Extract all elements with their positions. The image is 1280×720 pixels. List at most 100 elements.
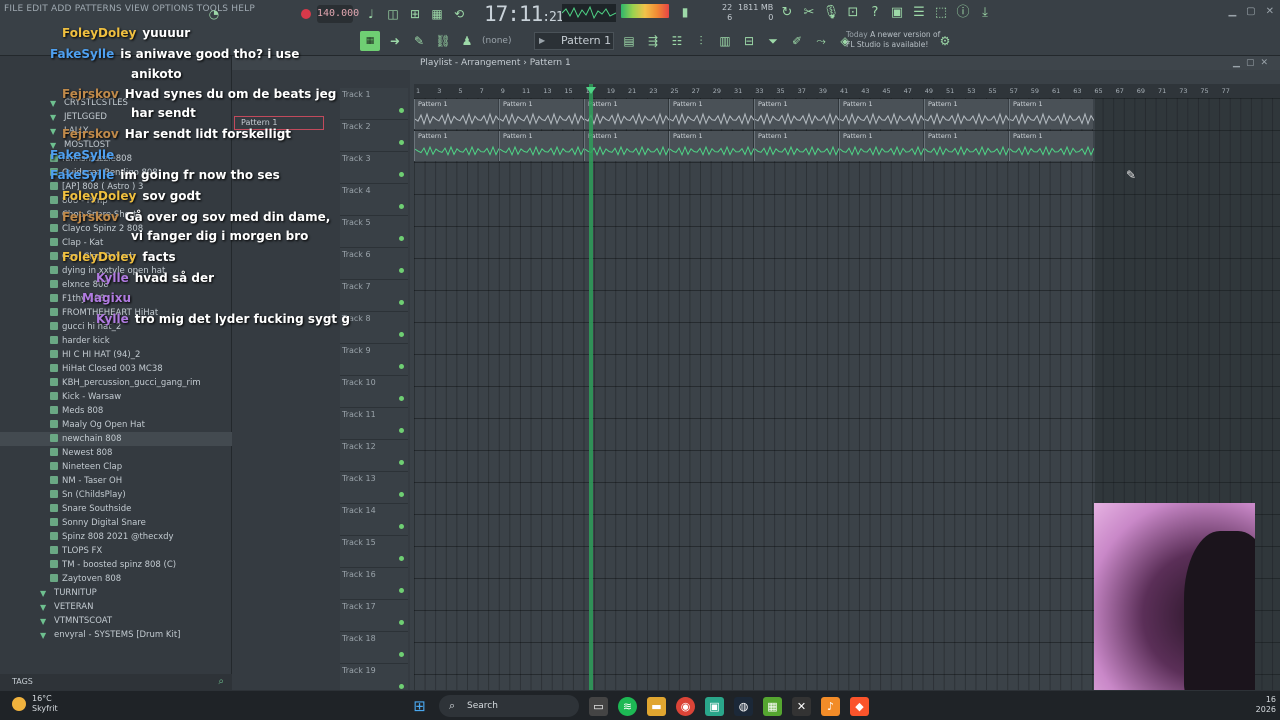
- browser-folder[interactable]: ▼ VETERAN: [0, 600, 232, 614]
- stamp-icon[interactable]: ♟: [458, 32, 476, 50]
- pattern-clip[interactable]: Pattern 1: [754, 99, 839, 129]
- track-header[interactable]: Track 13: [340, 472, 408, 504]
- browser-icon[interactable]: ▥: [716, 32, 734, 50]
- track-header[interactable]: Track 7: [340, 280, 408, 312]
- track-header[interactable]: Track 5: [340, 216, 408, 248]
- browser-folder[interactable]: ▼ envyral - SYSTEMS [Drum Kit]: [0, 628, 232, 642]
- track-header[interactable]: Track 15: [340, 536, 408, 568]
- tempo-display[interactable]: 140.000: [317, 5, 359, 23]
- browser-file[interactable]: dying in xxtyle open hat: [0, 264, 232, 278]
- pattern-clip[interactable]: Pattern 1: [414, 131, 499, 161]
- browser-file[interactable]: HI C HI HAT (94)_2: [0, 348, 232, 362]
- track-mute-led[interactable]: [399, 396, 404, 401]
- file-explorer-icon[interactable]: ▬: [647, 696, 666, 716]
- track-mute-led[interactable]: [399, 556, 404, 561]
- taskbar-search[interactable]: Search: [439, 695, 579, 717]
- track-mute-led[interactable]: [399, 300, 404, 305]
- pencil-icon[interactable]: ✎: [410, 32, 428, 50]
- record-button[interactable]: [301, 9, 311, 19]
- pattern-clip[interactable]: Pattern 1: [414, 99, 499, 129]
- browser-file[interactable]: Sn (ChildsPlay): [0, 488, 232, 502]
- browser-file[interactable]: TM - boosted spinz 808 (C): [0, 558, 232, 572]
- browser-file[interactable]: Guidacaz Bendigo 808: [0, 166, 232, 180]
- browser-file[interactable]: Maaly Og Open Hat: [0, 418, 232, 432]
- help-icon[interactable]: ?: [866, 4, 884, 22]
- browser-folder[interactable]: ▼ MOSTLOST: [0, 138, 232, 152]
- brave-icon[interactable]: ◆: [850, 696, 869, 716]
- browser-file[interactable]: harder kick: [0, 334, 232, 348]
- track-mute-led[interactable]: [399, 460, 404, 465]
- mixer-icon[interactable]: ☰: [910, 4, 928, 22]
- track-mute-led[interactable]: [399, 588, 404, 593]
- playhead-marker-icon[interactable]: [586, 87, 596, 94]
- maximize-icon[interactable]: ▢: [1246, 6, 1255, 17]
- browser-folder[interactable]: ▼ JETLGGED: [0, 110, 232, 124]
- metronome-icon[interactable]: ♩: [362, 5, 380, 23]
- pattern-clip[interactable]: Pattern 1: [499, 131, 584, 161]
- playlist-icon[interactable]: ▤: [620, 32, 638, 50]
- browser-file[interactable]: Spinz 808 2021 @thecxdy: [0, 530, 232, 544]
- cable-icon[interactable]: ⤳: [812, 32, 830, 50]
- steam-icon[interactable]: ◍: [734, 696, 753, 716]
- close-icon[interactable]: ✕: [1266, 6, 1274, 17]
- info-icon[interactable]: ⓘ: [954, 4, 972, 22]
- track-mute-led[interactable]: [399, 332, 404, 337]
- pattern-clip[interactable]: Pattern 1: [924, 131, 1009, 161]
- minimize-icon[interactable]: ▁: [1228, 6, 1236, 17]
- task-view-icon[interactable]: ▭: [589, 696, 608, 716]
- track-header[interactable]: Track 14: [340, 504, 408, 536]
- track-mute-led[interactable]: [399, 364, 404, 369]
- browser-file[interactable]: HiHat Closed 003 MC38: [0, 362, 232, 376]
- browser-folder[interactable]: ▼ VTMNTSCOAT: [0, 614, 232, 628]
- snap-select[interactable]: (none): [482, 36, 528, 46]
- browser-file[interactable]: KBH_percussion_gucci_gang_rim: [0, 376, 232, 390]
- track-header[interactable]: Track 12: [340, 440, 408, 472]
- paint-icon[interactable]: ✐: [788, 32, 806, 50]
- browser-file[interactable]: elxnce 808: [0, 278, 232, 292]
- pattern-select[interactable]: Pattern 1: [534, 32, 614, 50]
- track-header[interactable]: Track 10: [340, 376, 408, 408]
- piano-roll-icon[interactable]: ☷: [668, 32, 686, 50]
- track-header[interactable]: Track 11: [340, 408, 408, 440]
- pattern-clip[interactable]: Pattern 1: [754, 131, 839, 161]
- gear-icon[interactable]: ⚙: [936, 32, 954, 50]
- track-header[interactable]: Track 17: [340, 600, 408, 632]
- plugin-icon[interactable]: ⬚: [932, 4, 950, 22]
- cut-icon[interactable]: ✂: [800, 4, 818, 22]
- plugin-db-icon[interactable]: ⊟: [740, 32, 758, 50]
- track-header[interactable]: Track 4: [340, 184, 408, 216]
- windows-start-icon[interactable]: ⊞: [410, 697, 429, 716]
- cpu-knob-icon[interactable]: ◔: [205, 5, 223, 23]
- browser-file[interactable]: Newest 808: [0, 446, 232, 460]
- browser-file[interactable]: funnsmuzzle808: [0, 152, 232, 166]
- capcut-icon[interactable]: ✕: [792, 696, 811, 716]
- track-mute-led[interactable]: [399, 172, 404, 177]
- browser-file[interactable]: 808 - Pimp: [0, 194, 232, 208]
- lock-icon[interactable]: ⊡: [844, 4, 862, 22]
- browser-folder[interactable]: ▼ LALLY: [0, 124, 232, 138]
- track-mute-led[interactable]: [399, 428, 404, 433]
- browser-folder[interactable]: ▼ CRYSTLCSTLES: [0, 96, 232, 110]
- browser-file[interactable]: Clap - Kat: [0, 236, 232, 250]
- loop-record-icon[interactable]: ⟲: [450, 5, 468, 23]
- channel-rack-icon[interactable]: ⇶: [644, 32, 662, 50]
- funnel-icon[interactable]: ⏷: [764, 32, 782, 50]
- terminal-icon[interactable]: ▣: [705, 696, 724, 716]
- chrome-icon[interactable]: ◉: [676, 696, 695, 716]
- picker-pattern[interactable]: Pattern 1: [234, 116, 324, 130]
- browser-file[interactable]: gucci hi hat_2: [0, 320, 232, 334]
- pattern-clip[interactable]: Pattern 1: [1009, 99, 1094, 129]
- browser-file[interactable]: F1thy 808: [0, 292, 232, 306]
- track-mute-led[interactable]: [399, 620, 404, 625]
- search-icon[interactable]: ⌕: [218, 674, 224, 690]
- download-icon[interactable]: ⤓: [976, 4, 994, 22]
- track-header[interactable]: Track 8: [340, 312, 408, 344]
- browser-file[interactable]: Nineteen Clap: [0, 460, 232, 474]
- browser-file[interactable]: [AP] 808 ( Astro ) 3: [0, 180, 232, 194]
- news-panel[interactable]: Today A newer version of FL Studio is av…: [846, 30, 940, 50]
- system-clock[interactable]: 16 2026: [1256, 695, 1276, 715]
- pattern-clip[interactable]: Pattern 1: [669, 131, 754, 161]
- browser-file[interactable]: Kick - Warsaw: [0, 390, 232, 404]
- track-mute-led[interactable]: [399, 652, 404, 657]
- browser-file[interactable]: Cool Clap Reverb: [0, 250, 232, 264]
